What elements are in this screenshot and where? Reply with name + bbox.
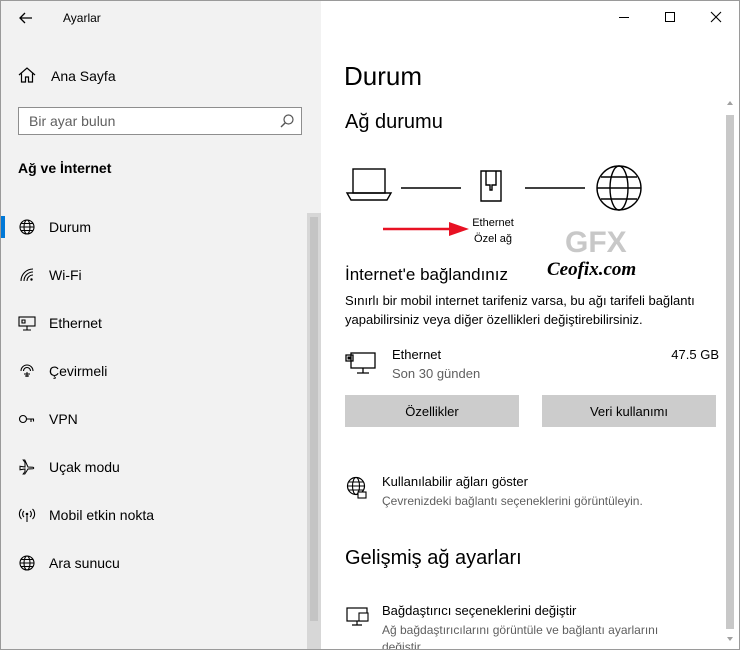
connection-name: Ethernet [392,347,442,362]
adapter-icon [346,607,369,626]
connection-row: Ethernet Son 30 günden 47.5 GB [345,345,719,385]
sidebar-item-label: Mobil etkin nokta [49,507,155,523]
watermark-text: Ceofix.com [547,259,637,280]
home-nav-item[interactable]: Ana Sayfa [1,57,321,93]
content-scroll-thumb[interactable] [726,115,734,629]
sidebar: Ayarlar Ana Sayfa Ağ ve İnternet Durum W… [1,1,321,649]
description-line-1: Sınırlı bir mobil internet tarifeniz var… [345,293,695,308]
show-networks-subtitle: Çevrenizdeki bağlantı seçeneklerini görü… [382,494,643,508]
scroll-up-icon[interactable] [726,99,734,107]
airplane-icon [19,459,35,475]
advanced-settings-heading: Gelişmiş ağ ayarları [345,547,522,569]
sidebar-item-mobil-etkin-nokta[interactable]: Mobil etkin nokta [1,493,301,537]
adapter-options-link[interactable]: Bağdaştırıcı seçeneklerini değiştir Ağ b… [345,603,725,649]
network-globe-icon [346,476,367,499]
sidebar-item-vpn[interactable]: VPN [1,397,301,441]
wifi-icon [20,268,34,282]
window-title: Ayarlar [63,11,101,25]
sidebar-scrollbar[interactable] [307,213,321,649]
router-icon [480,170,502,202]
settings-window: Ayarlar Ana Sayfa Ağ ve İnternet Durum W… [0,0,740,650]
sidebar-item-label: VPN [49,411,78,427]
scroll-down-icon[interactable] [726,635,734,643]
home-label: Ana Sayfa [51,68,116,84]
connected-heading: İnternet'e bağlandınız [345,265,508,284]
watermark: GFX Ceofix.com [543,219,663,289]
dialup-icon [20,364,34,377]
data-usage-button[interactable]: Veri kullanımı [542,395,716,427]
show-networks-link[interactable]: Kullanılabilir ağları göster Çevrenizdek… [345,474,725,514]
data-usage-amount: 47.5 GB [671,347,719,362]
globe-icon [19,219,35,235]
main-content: Durum Ağ durumu Ethernet Özel ağ GFX Ceo… [321,1,739,649]
sidebar-item-label: Durum [49,219,92,235]
back-button[interactable] [15,7,37,29]
sidebar-item-label: Çevirmeli [49,363,108,379]
network-status-heading: Ağ durumu [345,111,443,133]
ethernet-adapter-icon [345,352,376,374]
sidebar-item-durum[interactable]: Durum [1,205,301,249]
laptop-icon [345,168,393,201]
search-input[interactable] [19,108,279,134]
home-icon [18,67,36,83]
sidebar-item-label: Wi-Fi [49,267,82,283]
watermark-logo: GFX [565,226,627,259]
sidebar-item-ucak-modu[interactable]: Uçak modu [1,445,301,489]
globe-icon [19,555,35,571]
properties-button[interactable]: Özellikler [345,395,519,427]
hotspot-icon [18,508,36,522]
sidebar-scroll-thumb[interactable] [310,217,318,621]
sidebar-item-ethernet[interactable]: Ethernet [1,301,301,345]
description-line-2: yapabilirsiniz veya diğer özellikleri de… [345,312,643,327]
show-networks-title: Kullanılabilir ağları göster [382,474,528,489]
back-arrow-icon [19,12,32,24]
connection-description: Sınırlı bir mobil internet tarifeniz var… [345,291,719,329]
vpn-icon [18,414,35,424]
search-box[interactable] [18,107,302,135]
sidebar-item-label: Ara sunucu [49,555,120,571]
adapter-options-title: Bağdaştırıcı seçeneklerini değiştir [382,603,577,618]
content-scrollbar[interactable] [723,97,737,649]
sidebar-item-label: Uçak modu [49,459,120,475]
adapter-options-subtitle: Ağ bağdaştırıcılarını görüntüle ve bağla… [382,623,659,650]
ethernet-icon [18,316,36,331]
connection-period: Son 30 günden [392,366,481,381]
search-icon[interactable] [279,113,295,129]
gfx-logo-icon: GFX [565,226,627,259]
sidebar-item-label: Ethernet [49,315,102,331]
red-arrow-annotation [383,222,469,236]
sidebar-item-wifi[interactable]: Wi-Fi [1,253,301,297]
page-title: Durum [344,61,423,91]
sidebar-item-cevirmeli[interactable]: Çevirmeli [1,349,301,393]
sidebar-item-ara-sunucu[interactable]: Ara sunucu [1,541,301,585]
section-title: Ağ ve İnternet [18,160,112,176]
internet-globe-icon [596,165,642,211]
